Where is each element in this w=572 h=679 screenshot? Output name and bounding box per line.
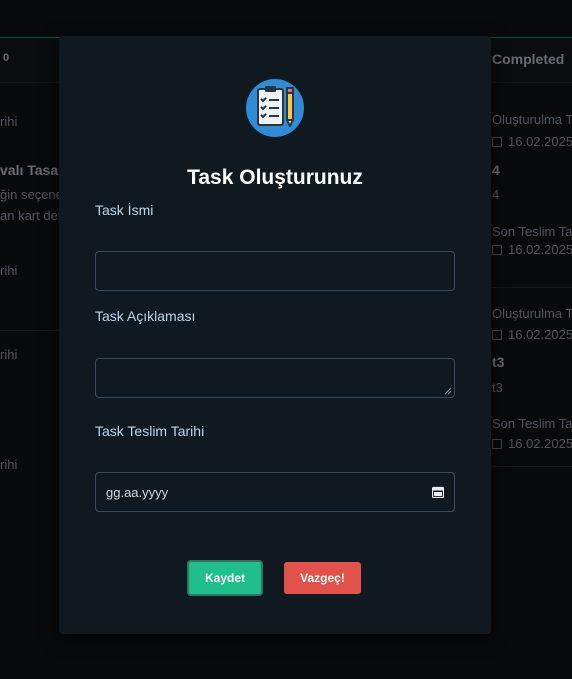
task-description-label: Task Açıklaması: [95, 308, 196, 324]
task-name-label: Task İsmi: [95, 202, 154, 218]
task-name-input[interactable]: [95, 251, 455, 291]
cancel-button[interactable]: Vazgeç!: [284, 562, 361, 594]
save-button[interactable]: Kaydet: [187, 560, 263, 596]
modal-title: Task Oluşturunuz: [187, 166, 363, 189]
task-description-textarea[interactable]: [95, 358, 455, 398]
date-placeholder: gg.aa.yyyy: [106, 484, 169, 500]
resize-grip-icon[interactable]: [444, 387, 452, 395]
create-task-modal: Task Oluşturunuz Task İsmi Task Açıklama…: [59, 36, 491, 634]
checklist-clipboard-icon: [246, 79, 304, 137]
task-due-date-label: Task Teslim Tarihi: [95, 423, 205, 439]
calendar-icon[interactable]: [432, 486, 444, 498]
task-due-date-input[interactable]: gg.aa.yyyy: [95, 472, 455, 512]
